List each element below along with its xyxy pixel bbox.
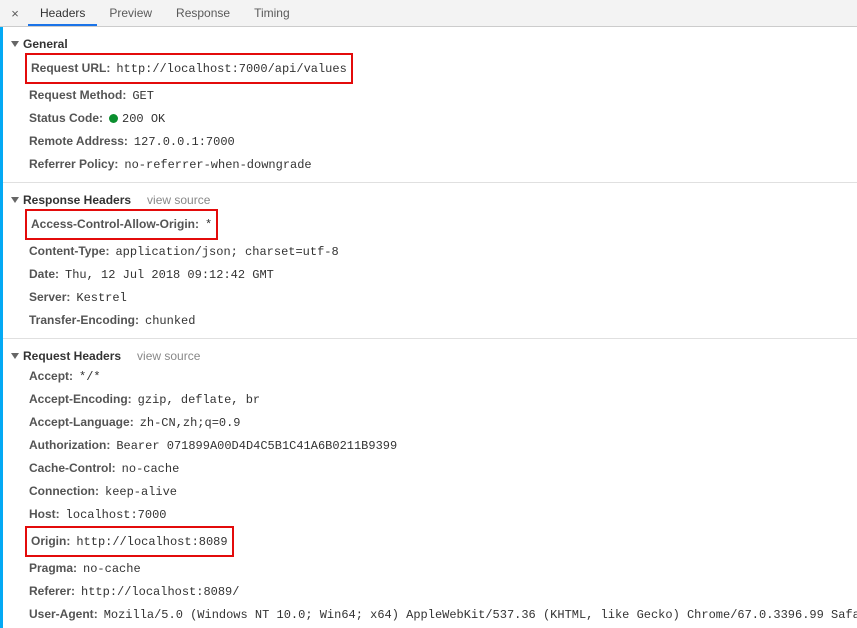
prop-name: User-Agent [29, 606, 98, 622]
row-host: Host localhost:7000 [11, 503, 857, 526]
section-header-response[interactable]: Response Headers view source [11, 189, 857, 209]
highlight-acao: Access-Control-Allow-Origin * [25, 209, 218, 240]
prop-name: Request Method [29, 87, 126, 103]
row-pragma: Pragma no-cache [11, 557, 857, 580]
highlight-origin: Origin http://localhost:8089 [25, 526, 234, 557]
prop-name: Status Code [29, 110, 103, 126]
section-general: General Request URL http://localhost:700… [3, 27, 857, 178]
prop-value: http://localhost:7000/api/values [116, 61, 346, 77]
row-transfer-encoding: Transfer-Encoding chunked [11, 309, 857, 332]
prop-value: no-referrer-when-downgrade [124, 157, 311, 173]
tab-timing[interactable]: Timing [242, 1, 302, 26]
row-connection: Connection keep-alive [11, 480, 857, 503]
close-icon[interactable]: × [6, 6, 24, 21]
prop-name: Request URL [31, 60, 110, 76]
prop-name: Remote Address [29, 133, 128, 149]
devtools-toolbar: × Headers Preview Response Timing [0, 0, 857, 27]
row-accept-language: Accept-Language zh-CN,zh;q=0.9 [11, 411, 857, 434]
row-origin: Origin http://localhost:8089 [27, 530, 228, 553]
prop-name: Connection [29, 483, 99, 499]
row-acao: Access-Control-Allow-Origin * [27, 213, 212, 236]
row-request-url: Request URL http://localhost:7000/api/va… [27, 57, 347, 80]
tabs: Headers Preview Response Timing [28, 1, 302, 26]
prop-name: Date [29, 266, 59, 282]
section-header-general[interactable]: General [11, 33, 857, 53]
prop-name: Referer [29, 583, 75, 599]
chevron-down-icon [11, 197, 19, 203]
prop-value: * [205, 217, 212, 233]
view-source-link[interactable]: view source [137, 349, 200, 363]
section-header-request[interactable]: Request Headers view source [11, 345, 857, 365]
prop-value: Mozilla/5.0 (Windows NT 10.0; Win64; x64… [104, 607, 857, 623]
section-title: Response Headers [23, 193, 131, 207]
prop-name: Accept [29, 368, 73, 384]
prop-value: no-cache [122, 461, 180, 477]
tab-response[interactable]: Response [164, 1, 242, 26]
chevron-down-icon [11, 353, 19, 359]
row-remote-address: Remote Address 127.0.0.1:7000 [11, 130, 857, 153]
tab-preview[interactable]: Preview [97, 1, 164, 26]
prop-name: Origin [31, 533, 70, 549]
row-user-agent: User-Agent Mozilla/5.0 (Windows NT 10.0;… [11, 603, 857, 626]
headers-panel: General Request URL http://localhost:700… [0, 27, 857, 628]
row-referer: Referer http://localhost:8089/ [11, 580, 857, 603]
prop-name: Accept-Encoding [29, 391, 132, 407]
prop-value: http://localhost:8089/ [81, 584, 239, 600]
status-code-value: 200 OK [122, 112, 165, 126]
section-request-headers: Request Headers view source Accept */* A… [3, 339, 857, 628]
chevron-down-icon [11, 41, 19, 47]
prop-name: Host [29, 506, 60, 522]
row-server: Server Kestrel [11, 286, 857, 309]
row-date: Date Thu, 12 Jul 2018 09:12:42 GMT [11, 263, 857, 286]
prop-value: chunked [145, 313, 195, 329]
prop-value: keep-alive [105, 484, 177, 500]
prop-name: Cache-Control [29, 460, 116, 476]
prop-value: zh-CN,zh;q=0.9 [140, 415, 241, 431]
prop-value: 200 OK [109, 111, 165, 127]
highlight-request-url: Request URL http://localhost:7000/api/va… [25, 53, 353, 84]
section-response-headers: Response Headers view source Access-Cont… [3, 183, 857, 334]
view-source-link[interactable]: view source [147, 193, 210, 207]
prop-value: http://localhost:8089 [76, 534, 227, 550]
prop-value: */* [79, 369, 101, 385]
row-authorization: Authorization Bearer 071899A00D4D4C5B1C4… [11, 434, 857, 457]
prop-value: Bearer 071899A00D4D4C5B1C41A6B0211B9399 [116, 438, 397, 454]
prop-value: Kestrel [76, 290, 126, 306]
row-referrer-policy: Referrer Policy no-referrer-when-downgra… [11, 153, 857, 176]
row-accept: Accept */* [11, 365, 857, 388]
section-title: Request Headers [23, 349, 121, 363]
prop-value: application/json; charset=utf-8 [115, 244, 338, 260]
prop-name: Accept-Language [29, 414, 134, 430]
tab-headers[interactable]: Headers [28, 1, 97, 26]
prop-value: Thu, 12 Jul 2018 09:12:42 GMT [65, 267, 274, 283]
prop-name: Content-Type [29, 243, 109, 259]
prop-name: Access-Control-Allow-Origin [31, 216, 199, 232]
row-accept-encoding: Accept-Encoding gzip, deflate, br [11, 388, 857, 411]
status-dot-icon [109, 114, 118, 123]
row-cache-control: Cache-Control no-cache [11, 457, 857, 480]
prop-value: GET [132, 88, 154, 104]
prop-name: Referrer Policy [29, 156, 118, 172]
row-status-code: Status Code 200 OK [11, 107, 857, 130]
row-request-method: Request Method GET [11, 84, 857, 107]
prop-name: Authorization [29, 437, 110, 453]
prop-value: 127.0.0.1:7000 [134, 134, 235, 150]
prop-value: no-cache [83, 561, 141, 577]
prop-name: Transfer-Encoding [29, 312, 139, 328]
prop-value: localhost:7000 [66, 507, 167, 523]
prop-name: Pragma [29, 560, 77, 576]
prop-name: Server [29, 289, 70, 305]
row-content-type: Content-Type application/json; charset=u… [11, 240, 857, 263]
prop-value: gzip, deflate, br [138, 392, 260, 408]
section-title: General [23, 37, 68, 51]
